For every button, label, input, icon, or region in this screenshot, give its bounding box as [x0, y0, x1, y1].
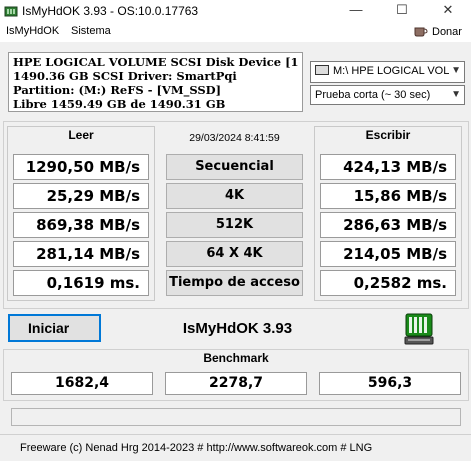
minimize-button[interactable]: —: [333, 0, 379, 22]
window-title: IsMyHdOK 3.93 - OS:10.0.17763: [22, 4, 199, 18]
progress-bar: [11, 408, 461, 426]
device-size-driver: 1490.36 GB SCSI Driver: SmartPqi: [13, 69, 237, 83]
write-512k-value: 286,63 MB/s: [320, 212, 456, 238]
64x4k-test-button[interactable]: 64 X 4K: [166, 241, 303, 267]
status-bar: Freeware (c) Nenad Hrg 2014-2023 # http:…: [0, 434, 471, 460]
sequential-test-button[interactable]: Secuencial: [166, 154, 303, 180]
drive-select-value: M:\ HPE LOGICAL VOL: [333, 65, 450, 77]
drive-select[interactable]: M:\ HPE LOGICAL VOL ▼: [310, 61, 465, 83]
device-info-box: HPE LOGICAL VOLUME SCSI Disk Device [160…: [8, 52, 303, 112]
chevron-down-icon: ▼: [451, 65, 461, 76]
device-name: HPE LOGICAL VOLUME SCSI Disk Device [160…: [13, 55, 298, 69]
read-header: Leer: [68, 128, 94, 142]
benchmark-header: Benchmark: [203, 351, 269, 365]
512k-test-button[interactable]: 512K: [166, 212, 303, 238]
write-4k-value: 15,86 MB/s: [320, 183, 456, 209]
disk-analyzer-logo-icon: [404, 313, 434, 345]
write-sequential-value: 424,13 MB/s: [320, 154, 456, 180]
start-button[interactable]: Iniciar: [8, 314, 101, 342]
donate-button[interactable]: Donar: [414, 22, 462, 42]
close-button[interactable]: ✕: [425, 0, 471, 22]
menu-sistema[interactable]: Sistema: [71, 24, 111, 39]
write-access-time-value: 0,2582 ms.: [320, 270, 456, 296]
read-access-time-value: 0,1619 ms.: [13, 270, 149, 296]
benchmark-read-score: 1682,4: [11, 372, 153, 395]
write-64x4k-value: 214,05 MB/s: [320, 241, 456, 267]
read-64x4k-value: 281,14 MB/s: [13, 241, 149, 267]
menu-ismyhdok[interactable]: IsMyHdOK: [6, 24, 59, 39]
benchmark-write-score: 596,3: [319, 372, 461, 395]
device-partition: Partition: (M:) ReFS - [VM_SSD]: [13, 83, 222, 97]
donate-label: Donar: [432, 26, 462, 38]
device-free-space: Libre 1459.49 GB de 1490.31 GB: [13, 97, 226, 111]
read-sequential-value: 1290,50 MB/s: [13, 154, 149, 180]
read-4k-value: 25,29 MB/s: [13, 183, 149, 209]
drive-icon: [315, 65, 329, 75]
write-header: Escribir: [365, 128, 411, 142]
benchmark-total-score: 2278,7: [165, 372, 307, 395]
app-version-label: IsMyHdOK 3.93: [182, 320, 293, 337]
test-duration-value: Prueba corta (~ 30 sec): [315, 89, 431, 101]
footer-text[interactable]: Freeware (c) Nenad Hrg 2014-2023 # http:…: [20, 435, 372, 461]
read-512k-value: 869,38 MB/s: [13, 212, 149, 238]
chevron-down-icon: ▼: [451, 89, 461, 100]
hard-disk-icon: [4, 6, 18, 17]
coffee-cup-icon: [414, 27, 428, 37]
test-duration-select[interactable]: Prueba corta (~ 30 sec) ▼: [310, 85, 465, 105]
test-datetime: 29/03/2024 8:41:59: [189, 132, 280, 144]
maximize-button[interactable]: ☐: [379, 0, 425, 22]
4k-test-button[interactable]: 4K: [166, 183, 303, 209]
access-time-test-button[interactable]: Tiempo de acceso: [166, 270, 303, 296]
